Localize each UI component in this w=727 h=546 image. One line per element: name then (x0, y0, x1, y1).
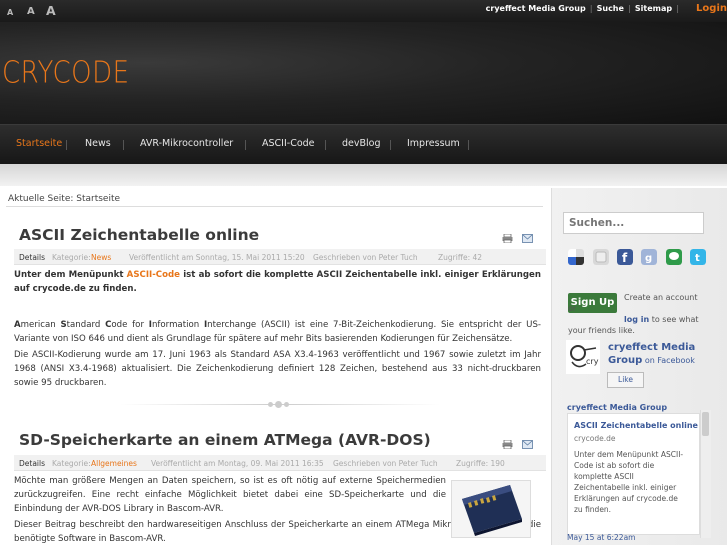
digg-icon[interactable] (593, 249, 609, 265)
category-link[interactable]: News (91, 253, 111, 262)
feed-item-title[interactable]: ASCII Zeichentabelle online (574, 421, 698, 430)
top-bar: A A A cryeffect Media Group | Suche | Sitema… (0, 0, 727, 22)
twitter-icon[interactable]: t (690, 249, 706, 265)
breadcrumb-divider (6, 206, 543, 207)
facebook-icon[interactable]: f (617, 249, 633, 265)
signup-text-part: Create an account or (568, 293, 698, 313)
nav-divider (245, 140, 246, 150)
email-icon[interactable] (522, 234, 533, 243)
details-label: Details (19, 253, 46, 262)
search-input[interactable] (563, 212, 704, 234)
feed-item-source: crycode.de (574, 434, 616, 443)
site-logo[interactable]: CRYCODE (2, 56, 130, 91)
top-link-suche[interactable]: Suche (597, 4, 624, 13)
feed-scrollbar-thumb[interactable] (702, 412, 709, 436)
published-date: Veröffentlicht am Montag, 09. Mai 2011 1… (151, 459, 324, 468)
page-avatar[interactable]: cry (566, 340, 600, 374)
separator-dot (268, 402, 273, 407)
facebook-suffix: on Facebook (642, 356, 695, 365)
facebook-page-name: cryeffect Media Group on Facebook (608, 341, 708, 367)
nav-divider (66, 140, 67, 150)
like-button[interactable]: Like (607, 372, 644, 388)
feed-item-body: Unter dem Menüpunkt ASCII-Code ist ab so… (574, 450, 684, 514)
top-links: cryeffect Media Group | Suche | Sitemap | (485, 4, 679, 13)
nav-shadow-band (0, 164, 727, 186)
svg-text:g: g (645, 253, 652, 264)
signup-login-link[interactable]: log in (624, 315, 649, 324)
article-intro: Unter dem Menüpunkt ASCII-Code ist ab so… (14, 268, 541, 296)
print-icon[interactable] (502, 440, 513, 449)
category-link[interactable]: Allgemeines (91, 459, 137, 468)
sd-card-image (451, 480, 531, 538)
details-label: Details (19, 459, 46, 468)
top-link-media-group[interactable]: cryeffect Media Group (486, 4, 586, 13)
acronym-letter: A (14, 320, 21, 330)
signup-text: Create an account or log in to see what … (568, 292, 708, 336)
author: Geschrieben von Peter Tuch (333, 459, 438, 468)
intro-text: Unter dem Menüpunkt (14, 270, 127, 280)
login-link[interactable]: Login (696, 3, 727, 14)
nav-news[interactable]: News (85, 138, 111, 149)
hits-count: Zugriffe: 42 (438, 253, 483, 262)
article-title[interactable]: ASCII Zeichentabelle online (19, 226, 259, 244)
article-meta: Details Kategorie: Allgemeines Veröffent… (14, 455, 546, 471)
nav-divider (123, 140, 124, 150)
font-size-medium-button[interactable]: A (27, 6, 35, 17)
svg-text:f: f (622, 251, 628, 265)
svg-text:t: t (695, 253, 700, 264)
top-link-sitemap[interactable]: Sitemap (635, 4, 672, 13)
paragraph-text: merican (20, 320, 61, 330)
category-label: Kategorie: (52, 253, 91, 262)
font-size-large-button[interactable]: A (46, 3, 56, 18)
nav-startseite[interactable]: Startseite (16, 138, 62, 149)
feed-title[interactable]: cryeffect Media Group (567, 403, 667, 412)
paragraph-text: ode for (111, 320, 149, 330)
separator-dot (275, 401, 282, 408)
paragraph-text: nformation (151, 320, 204, 330)
article-paragraph: American Standard Code for Information I… (14, 318, 541, 346)
chat-icon[interactable] (666, 249, 682, 265)
ascii-code-link[interactable]: ASCII-Code (127, 270, 180, 280)
print-icon[interactable] (502, 234, 513, 243)
svg-text:cry: cry (586, 357, 599, 366)
delicious-icon[interactable] (568, 249, 584, 265)
feed-item-date: May 15 at 6:22am (567, 533, 636, 542)
breadcrumb: Aktuelle Seite: Startseite (8, 194, 121, 204)
hits-count: Zugriffe: 190 (456, 459, 505, 468)
google-icon[interactable]: g (641, 249, 657, 265)
font-size-small-button[interactable]: A (7, 8, 13, 17)
nav-divider (325, 140, 326, 150)
nav-divider (468, 140, 469, 150)
nav-ascii-code[interactable]: ASCII-Code (262, 138, 315, 149)
article-meta: Details Kategorie: News Veröffentlicht a… (14, 249, 546, 265)
main-navigation: Startseite News AVR-Mikrocontroller ASCI… (0, 124, 727, 165)
nav-impressum[interactable]: Impressum (407, 138, 460, 149)
published-date: Veröffentlicht am Sonntag, 15. Mai 2011 … (129, 253, 305, 262)
category-label: Kategorie: (52, 459, 91, 468)
nav-devblog[interactable]: devBlog (342, 138, 381, 149)
separator-dot (284, 402, 289, 407)
article-paragraph: Möchte man größere Mengen an Daten speic… (14, 476, 446, 514)
article-title[interactable]: SD-Speicherkarte an einem ATMega (AVR-DO… (19, 431, 431, 449)
paragraph-text: tandard (66, 320, 106, 330)
nav-avr-mikrocontroller[interactable]: AVR-Mikrocontroller (140, 138, 233, 149)
nav-divider (390, 140, 391, 150)
email-icon[interactable] (522, 440, 533, 449)
article-paragraph: Die ASCII-Kodierung wurde am 17. Juni 19… (14, 350, 541, 388)
author: Geschrieben von Peter Tuch (313, 253, 418, 262)
like-label: Like (618, 375, 633, 384)
